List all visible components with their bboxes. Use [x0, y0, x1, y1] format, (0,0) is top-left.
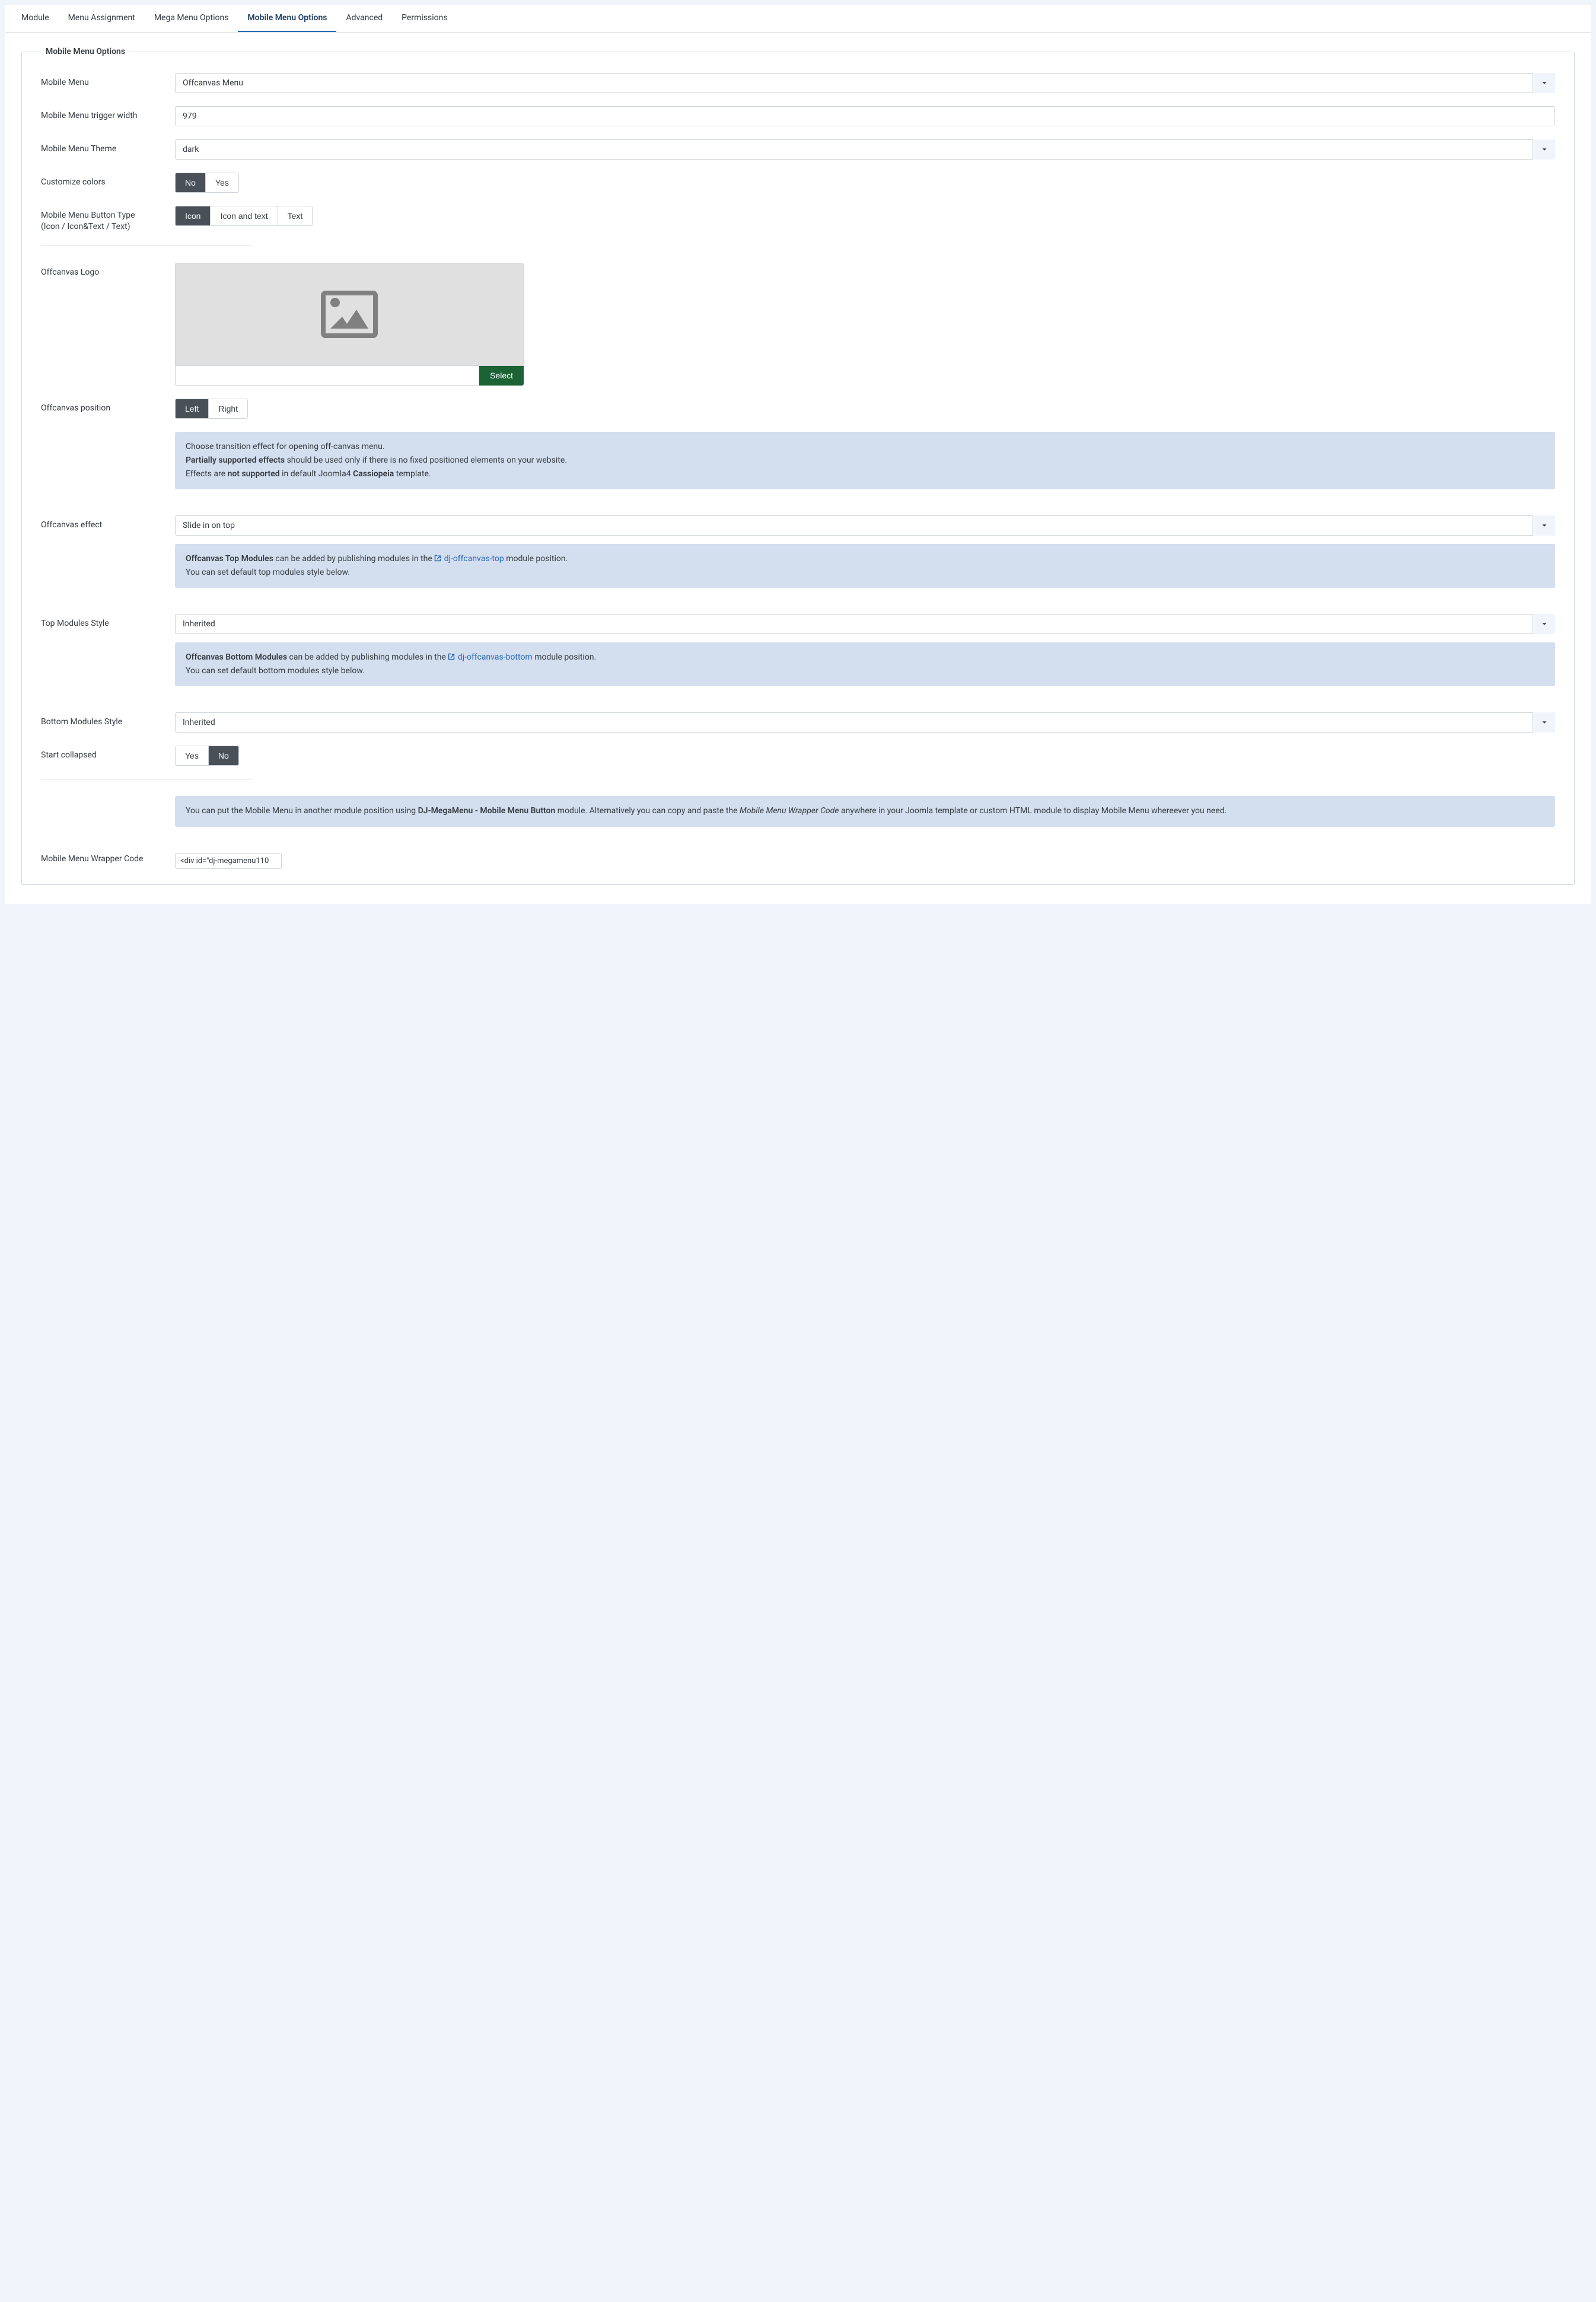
dj-offcanvas-top-link[interactable]: dj-offcanvas-top [434, 554, 504, 563]
tab-mega-menu-options[interactable]: Mega Menu Options [145, 5, 238, 32]
mobile-menu-label: Mobile Menu [41, 73, 175, 88]
external-link-icon [448, 653, 455, 660]
offcanvas-logo-path-input[interactable] [175, 366, 479, 386]
button-type-icon-and-text[interactable]: Icon and text [211, 206, 278, 225]
button-type-toggle: Icon Icon and text Text [175, 206, 313, 226]
top-modules-style-select[interactable]: Inherited [175, 614, 1555, 634]
tab-menu-assignment[interactable]: Menu Assignment [59, 5, 145, 32]
wrapper-code-input[interactable] [175, 853, 282, 869]
customize-colors-no[interactable]: No [176, 173, 206, 192]
bottom-modules-style-select[interactable]: Inherited [175, 712, 1555, 733]
start-collapsed-label: Start collapsed [41, 746, 175, 761]
offcanvas-effect-select[interactable]: Slide in on top [175, 515, 1555, 536]
customize-colors-yes[interactable]: Yes [206, 173, 238, 192]
theme-label: Mobile Menu Theme [41, 139, 175, 155]
start-collapsed-yes[interactable]: Yes [176, 746, 209, 765]
fieldset-legend: Mobile Menu Options [41, 47, 130, 56]
tab-bar: Module Menu Assignment Mega Menu Options… [5, 5, 1591, 33]
offcanvas-position-label: Offcanvas position [41, 399, 175, 414]
top-modules-style-label: Top Modules Style [41, 614, 175, 629]
offcanvas-logo-label: Offcanvas Logo [41, 263, 175, 278]
bottom-modules-style-label: Bottom Modules Style [41, 712, 175, 728]
mobile-menu-select[interactable]: Offcanvas Menu [175, 73, 1555, 93]
wrapper-code-info: You can put the Mobile Menu in another m… [175, 796, 1555, 826]
offcanvas-effect-info: Choose transition effect for opening off… [175, 432, 1555, 489]
bottom-modules-info: Offcanvas Bottom Modules can be added by… [175, 642, 1555, 686]
offcanvas-position-left[interactable]: Left [176, 399, 209, 418]
button-type-icon[interactable]: Icon [176, 206, 211, 225]
top-modules-info: Offcanvas Top Modules can be added by pu… [175, 544, 1555, 588]
image-placeholder-icon [317, 291, 381, 338]
button-type-label: Mobile Menu Button Type (Icon / Icon&Tex… [41, 206, 175, 233]
offcanvas-logo-select-button[interactable]: Select [479, 366, 524, 386]
theme-select[interactable]: dark [175, 139, 1555, 160]
wrapper-code-label: Mobile Menu Wrapper Code [41, 853, 175, 865]
mobile-menu-options-fieldset: Mobile Menu Options Mobile Menu Offcanva… [21, 47, 1575, 885]
tab-advanced[interactable]: Advanced [336, 5, 392, 32]
tab-mobile-menu-options[interactable]: Mobile Menu Options [238, 5, 336, 32]
dj-offcanvas-bottom-link[interactable]: dj-offcanvas-bottom [448, 652, 532, 662]
offcanvas-position-right[interactable]: Right [209, 399, 247, 418]
offcanvas-effect-label: Offcanvas effect [41, 515, 175, 531]
customize-colors-toggle: No Yes [175, 173, 239, 193]
start-collapsed-no[interactable]: No [209, 746, 238, 765]
external-link-icon [434, 555, 441, 562]
trigger-width-input[interactable] [175, 106, 1555, 126]
offcanvas-position-toggle: Left Right [175, 399, 248, 419]
trigger-width-label: Mobile Menu trigger width [41, 106, 175, 122]
customize-colors-label: Customize colors [41, 173, 175, 188]
tab-module[interactable]: Module [12, 5, 59, 32]
start-collapsed-toggle: Yes No [175, 746, 239, 766]
tab-permissions[interactable]: Permissions [392, 5, 457, 32]
button-type-text[interactable]: Text [278, 206, 313, 225]
offcanvas-logo-preview[interactable] [175, 263, 524, 366]
